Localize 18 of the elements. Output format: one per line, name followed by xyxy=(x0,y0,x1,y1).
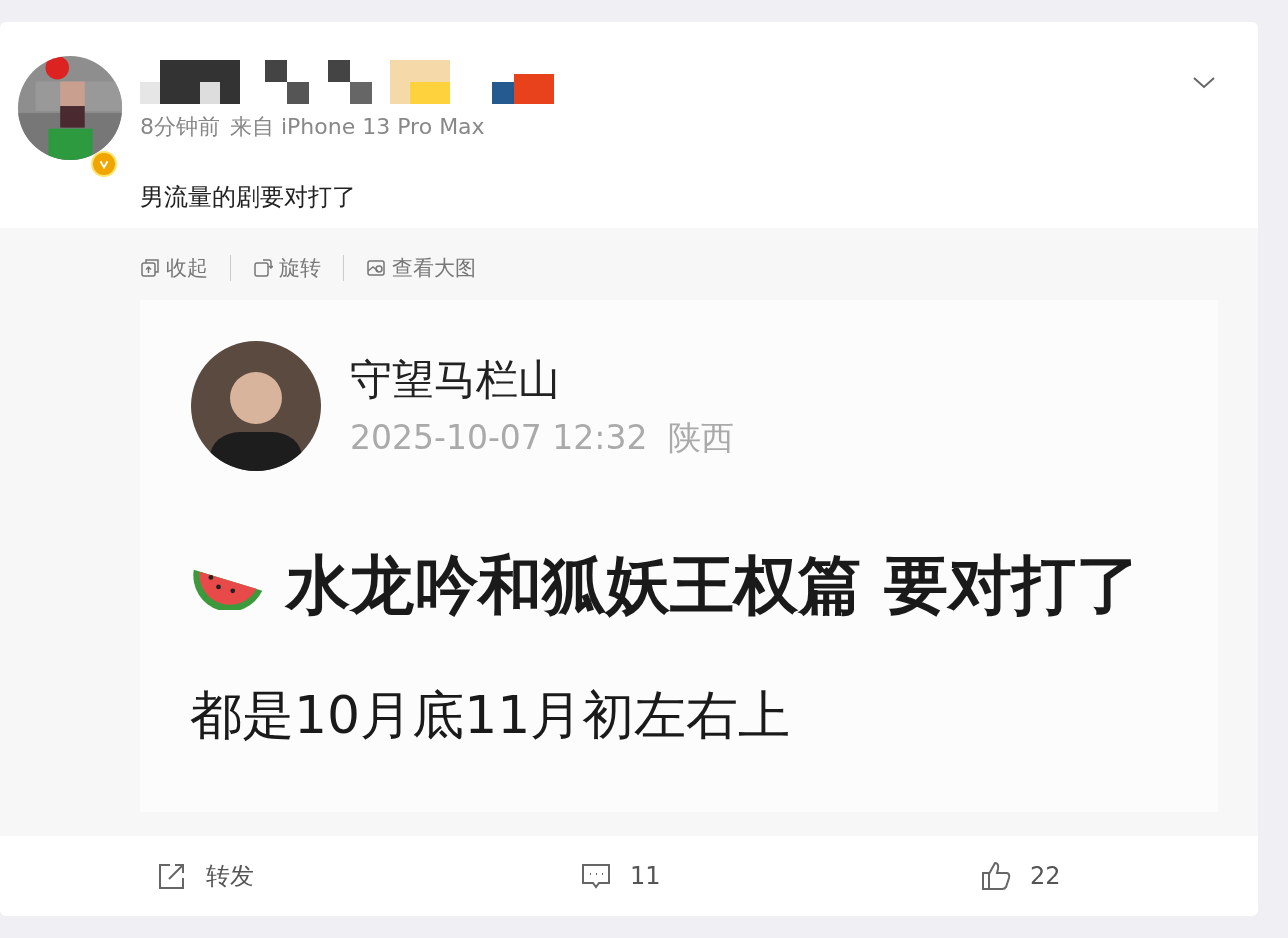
like-button[interactable]: 22 xyxy=(980,860,1061,892)
post-text: 男流量的剧要对打了 xyxy=(139,182,357,213)
rotate-icon xyxy=(253,258,273,278)
post-source: 来自 iPhone 13 Pro Max xyxy=(230,113,485,141)
collapse-icon xyxy=(140,258,160,278)
collapse-button[interactable]: 收起 xyxy=(140,254,208,282)
headline-text: 水龙吟和狐妖王权篇 要对打了 xyxy=(286,547,1141,624)
image-icon xyxy=(366,258,386,278)
post-time: 8分钟前 xyxy=(140,113,220,141)
comment-button[interactable]: 11 xyxy=(580,860,980,892)
author-name: 守望马栏山 xyxy=(350,353,561,406)
body-text: 都是10月底11月初左右上 xyxy=(190,684,792,747)
rotate-button[interactable]: 旋转 xyxy=(253,254,321,282)
chevron-down-icon[interactable] xyxy=(1192,76,1216,90)
thumbs-up-icon xyxy=(980,860,1012,892)
enlarge-button[interactable]: 查看大图 xyxy=(366,254,476,282)
post-date: 2025-10-07 12:32 陕西 xyxy=(350,416,735,459)
repost-button[interactable]: 转发 xyxy=(156,860,580,892)
